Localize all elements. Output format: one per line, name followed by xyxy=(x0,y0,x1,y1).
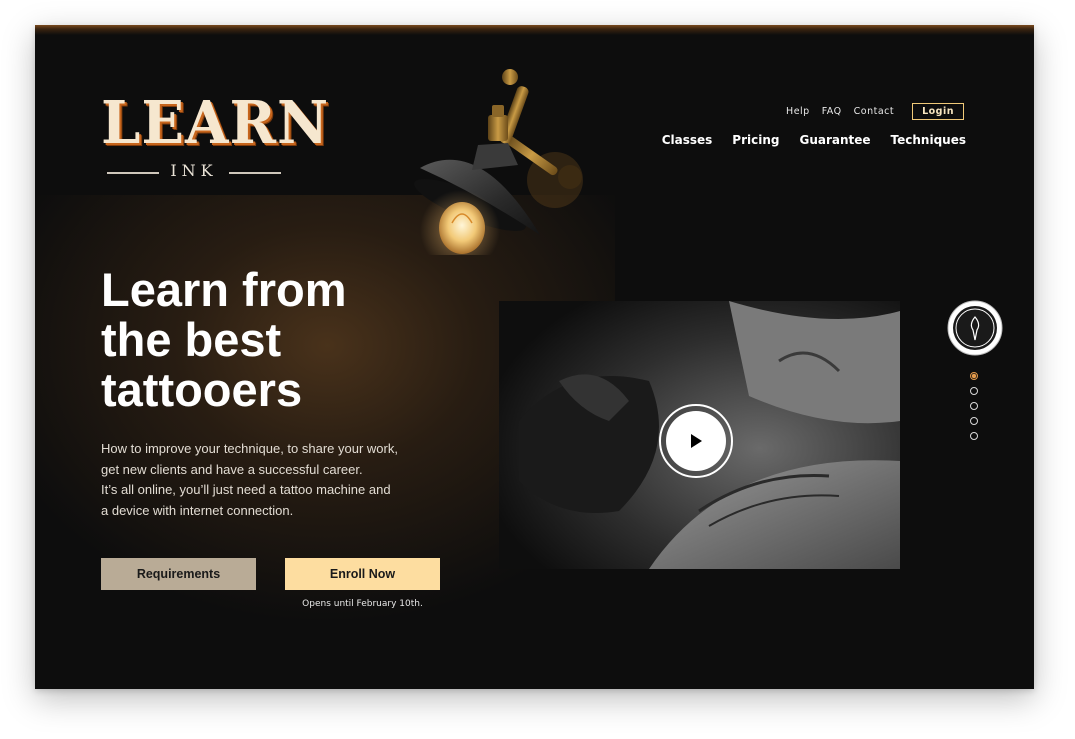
nav-classes-link[interactable]: Classes xyxy=(662,133,713,147)
logo-rule-right xyxy=(229,172,281,174)
pager-dot-5[interactable] xyxy=(970,432,978,440)
headline-line: tattooers xyxy=(101,363,303,416)
login-button[interactable]: Login xyxy=(912,103,964,120)
logo-word: LEARN xyxy=(101,88,330,158)
requirements-button[interactable]: Requirements xyxy=(101,558,256,590)
top-accent-line xyxy=(35,25,1034,35)
enroll-deadline-note: Opens until February 10th. xyxy=(302,599,423,609)
pager-dot-2[interactable] xyxy=(970,387,978,395)
main-nav: Classes Pricing Guarantee Techniques xyxy=(662,133,966,147)
play-icon xyxy=(691,434,702,448)
page-frame: LEARN INK Help FAQ Contact Login Classes… xyxy=(35,25,1034,689)
logo[interactable]: LEARN INK xyxy=(101,88,330,185)
lamp-illustration xyxy=(414,69,583,255)
pager-dot-1[interactable] xyxy=(970,372,978,380)
hero-description: How to improve your technique, to share … xyxy=(101,439,441,521)
headline-line: Learn from xyxy=(101,263,347,316)
pager-dot-3[interactable] xyxy=(970,402,978,410)
nav-faq-link[interactable]: FAQ xyxy=(822,106,842,117)
slide-pager xyxy=(970,372,978,440)
logo-sub: INK xyxy=(170,161,218,180)
description-line: How to improve your technique, to share … xyxy=(101,441,398,456)
pager-dot-4[interactable] xyxy=(970,417,978,425)
description-line: a device with internet connection. xyxy=(101,502,294,518)
play-button-disc xyxy=(666,411,726,471)
hero-headline: Learn from the best tattooers xyxy=(101,265,461,415)
nav-techniques-link[interactable]: Techniques xyxy=(891,133,966,147)
enroll-now-button[interactable]: Enroll Now xyxy=(285,558,440,590)
description-line: get new clients and have a successful ca… xyxy=(101,461,363,477)
nav-guarantee-link[interactable]: Guarantee xyxy=(799,133,870,147)
tattoo-needle-icon[interactable] xyxy=(947,300,1003,356)
nav-pricing-link[interactable]: Pricing xyxy=(732,133,779,147)
nav-contact-link[interactable]: Contact xyxy=(854,106,894,117)
utility-nav: Help FAQ Contact Login xyxy=(786,103,964,120)
play-button[interactable] xyxy=(659,404,733,478)
video-player[interactable] xyxy=(499,301,900,569)
headline-line: the best xyxy=(101,313,282,366)
description-line: It’s all online, you’ll just need a tatt… xyxy=(101,482,391,497)
nav-help-link[interactable]: Help xyxy=(786,106,810,117)
